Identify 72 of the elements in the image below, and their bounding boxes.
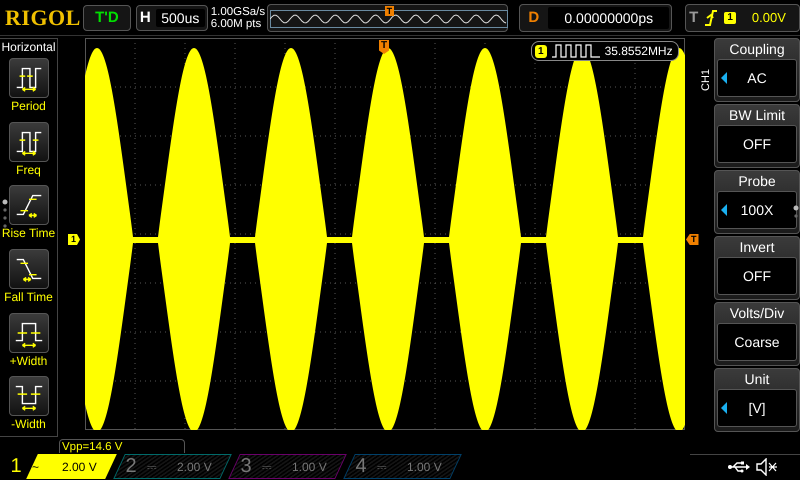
timebase-label: H xyxy=(140,9,152,26)
menu-item-value: AC xyxy=(747,70,767,86)
menu-item-title: Volts/Div xyxy=(730,304,784,323)
menu-item[interactable]: Probe 100X xyxy=(714,170,800,234)
menu-item-value: OFF xyxy=(743,136,771,152)
measure-button[interactable] xyxy=(8,58,48,98)
measurement-readout: Vpp=14.6 V xyxy=(59,438,185,452)
run-status: T'D xyxy=(82,4,131,30)
coupling-symbol: ⎓ xyxy=(377,460,388,474)
channel-scale: 2.00 V xyxy=(62,460,97,474)
trigger-level-value: 0.00V xyxy=(752,10,786,25)
channel-tab[interactable]: 3 ⎓ 1.00 V xyxy=(230,454,345,479)
measure-button[interactable] xyxy=(8,312,48,353)
channel-tab[interactable]: 1 ~ 2.00 V xyxy=(0,454,115,479)
channel-scale: 2.00 V xyxy=(177,460,212,474)
measure-label: -Width xyxy=(11,416,46,432)
channel-scale: 1.00 V xyxy=(292,460,327,474)
measure-button[interactable] xyxy=(8,376,48,416)
coupling-symbol: ⎓ xyxy=(262,460,273,474)
channel-tab[interactable]: 2 ⎓ 2.00 V xyxy=(115,454,230,479)
menu-item-value: 100X xyxy=(740,202,774,218)
coupling-symbol: ~ xyxy=(32,460,40,474)
measure-label: +Width xyxy=(10,352,48,369)
menu-item-title: BW Limit xyxy=(729,106,785,125)
sample-rate: 1.00GSa/s xyxy=(210,6,266,18)
menu-item-value: [V] xyxy=(748,400,766,416)
menu-item-title: Probe xyxy=(738,172,776,191)
rising-edge-icon xyxy=(704,8,718,26)
delay-label: D xyxy=(528,9,540,26)
page-indicator-icon xyxy=(793,205,799,219)
trigger-source-badge: 1 xyxy=(724,12,736,24)
menu-item-title: Unit xyxy=(744,370,770,389)
page-indicator-icon xyxy=(2,199,8,229)
measure-label: Fall Time xyxy=(4,289,53,306)
panel-title: Horizontal xyxy=(1,40,56,54)
logo: RIGOL xyxy=(5,4,81,30)
channel-number: 1 xyxy=(9,455,23,478)
channel-badge: 1 xyxy=(535,44,547,58)
measure-label: Period xyxy=(11,98,46,114)
menu-item-value: Coarse xyxy=(734,334,780,350)
menu-item[interactable]: Unit [V] xyxy=(714,368,800,432)
menu-item-value: OFF xyxy=(743,268,771,284)
menu-item[interactable]: Volts/Div Coarse xyxy=(714,302,800,366)
menu-item[interactable]: BW Limit OFF xyxy=(714,104,800,168)
measure-button[interactable] xyxy=(8,249,48,290)
menu-item[interactable]: Invert OFF xyxy=(714,236,800,300)
pulse-train-icon xyxy=(550,44,601,58)
timebase-value: 500us xyxy=(156,8,205,26)
frequency-value: 35.8552MHz xyxy=(604,44,673,58)
trigger-label: T xyxy=(689,9,698,26)
coupling-symbol: ⎓ xyxy=(147,460,158,474)
menu-item-title: Coupling xyxy=(729,40,785,59)
menu-item[interactable]: Coupling AC xyxy=(714,38,800,102)
channel-scale: 1.00 V xyxy=(407,460,442,474)
measure-button[interactable] xyxy=(8,122,48,162)
memory-depth: 6.00M pts xyxy=(210,18,262,30)
usb-icon xyxy=(728,461,750,473)
measure-label: Freq xyxy=(16,162,41,178)
channel-number: 4 xyxy=(354,455,368,478)
channel-number: 3 xyxy=(239,455,253,478)
channel-number: 2 xyxy=(124,455,138,478)
channel-tab[interactable]: 4 ⎓ 1.00 V xyxy=(345,454,460,479)
measure-button[interactable] xyxy=(8,185,48,226)
channel-menu-label: CH1 xyxy=(700,68,712,93)
measure-label: Rise Time xyxy=(2,225,56,242)
delay-value: 0.00000000ps xyxy=(548,6,670,28)
speaker-muted-icon xyxy=(756,458,778,476)
menu-item-title: Invert xyxy=(739,238,774,257)
trigger-position-marker: T xyxy=(384,6,394,16)
channel-offset-marker: 1 xyxy=(68,234,80,245)
trigger-position-marker: T xyxy=(379,40,390,54)
trigger-level-marker: T xyxy=(686,234,698,245)
